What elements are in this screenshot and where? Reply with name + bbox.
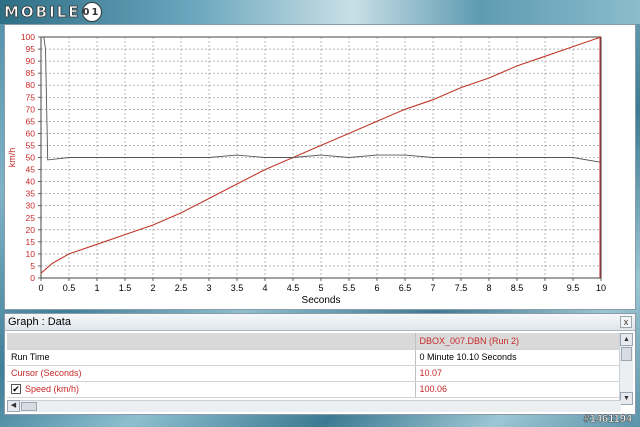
row-value-cursor: 10.07 [415,365,621,382]
panel-title: Graph : Data [8,316,71,328]
y-tick-label: 35 [26,189,36,199]
y-tick-label: 80 [26,80,36,90]
x-tick-label: 8.5 [511,283,524,293]
speed-label: Speed (km/h) [25,383,80,394]
y-tick-label: 85 [26,68,36,78]
row-label-cursor: Cursor (Seconds) [7,365,416,382]
x-tick-label: 3.5 [231,283,244,293]
x-tick-label: 1.5 [119,283,132,293]
table-row[interactable]: Cursor (Seconds) 10.07 [7,365,621,382]
mobile01-logo: MOBILE 01 [4,2,101,22]
logo-text: MOBILE [4,3,81,22]
y-tick-label: 20 [26,225,36,235]
speed-checkbox[interactable]: ✔ [11,384,21,395]
speed-chart[interactable]: 0 0.5 1 1.5 2 2.5 3 3.5 4 4.5 5 5.5 6 6.5 7 7.5 8 8.5 9 9.5… [5,25,637,311]
y-tick-label: 50 [26,153,36,163]
watermark: #1461194 [583,413,632,425]
x-tick-label: 8 [486,283,491,293]
scroll-down-icon[interactable]: ▼ [620,392,633,405]
table-header-row: DBOX_007.DBN (Run 2) [7,333,621,350]
y-axis-title: km/h [7,148,17,168]
x-tick-label: 0.5 [63,283,76,293]
x-tick-label: 3 [206,283,211,293]
x-tick-label: 6.5 [399,283,412,293]
row-label-speed: ✔ Speed (km/h) [7,381,416,398]
data-grid: DBOX_007.DBN (Run 2) Run Time 0 Minute 1… [7,333,621,405]
y-tick-label: 55 [26,140,36,150]
y-tick-label: 25 [26,213,36,223]
row-label-run-time: Run Time [7,349,416,366]
x-tick-label: 5 [318,283,323,293]
y-tick-label: 60 [26,128,36,138]
table-row[interactable]: ✔ Speed (km/h) 100.06 [7,381,621,398]
table-row[interactable]: Run Time 0 Minute 10.10 Seconds [7,349,621,366]
y-tick-label: 30 [26,201,36,211]
panel-titlebar: Graph : Data x [5,314,635,331]
scroll-up-icon[interactable]: ▲ [620,333,633,346]
header-cell-label [7,333,416,350]
x-tick-label: 4 [262,283,267,293]
x-axis-title: Seconds [302,295,341,306]
horizontal-scroll-thumb[interactable] [21,402,37,411]
x-tick-label: 7.5 [455,283,468,293]
x-tick-label: 2.5 [175,283,188,293]
y-tick-label: 90 [26,56,36,66]
x-tick-label: 5.5 [343,283,356,293]
y-tick-label: 75 [26,92,36,102]
y-tick-label: 40 [26,177,36,187]
x-tick-label: 7 [430,283,435,293]
y-tick-label: 15 [26,237,36,247]
vertical-scrollbar[interactable]: ▲ ▼ [619,333,633,405]
x-tick-label: 4.5 [287,283,300,293]
scroll-left-icon[interactable]: ◀ [7,400,20,412]
x-tick-label: 2 [150,283,155,293]
vertical-scroll-thumb[interactable] [621,347,632,361]
y-tick-label: 10 [26,249,36,259]
y-tick-label: 45 [26,165,36,175]
x-tick-label: 0 [38,283,43,293]
horizontal-scrollbar[interactable]: ◀ [7,400,621,412]
close-icon[interactable]: x [620,316,632,328]
x-tick-label: 9 [542,283,547,293]
x-tick-label: 9.5 [567,283,580,293]
y-tick-label: 65 [26,116,36,126]
x-tick-label: 1 [94,283,99,293]
y-tick-label: 100 [21,32,35,42]
y-tick-label: 95 [26,44,36,54]
row-value-run-time: 0 Minute 10.10 Seconds [415,349,621,366]
header-cell-run[interactable]: DBOX_007.DBN (Run 2) [415,333,621,350]
x-tick-label: 10 [596,283,606,293]
logo-mark: 01 [82,3,101,21]
x-tick-label: 6 [374,283,379,293]
graph-data-panel: Graph : Data x DBOX_007.DBN (Run 2) Run … [4,313,636,415]
row-value-speed: 100.06 [415,381,621,398]
graph-window: 0 0.5 1 1.5 2 2.5 3 3.5 4 4.5 5 5.5 6 6.5 7 7.5 8 8.5 9 9.5… [4,24,636,310]
y-tick-label: 5 [30,261,35,271]
y-tick-label: 70 [26,104,36,114]
y-tick-label: 0 [30,273,35,283]
